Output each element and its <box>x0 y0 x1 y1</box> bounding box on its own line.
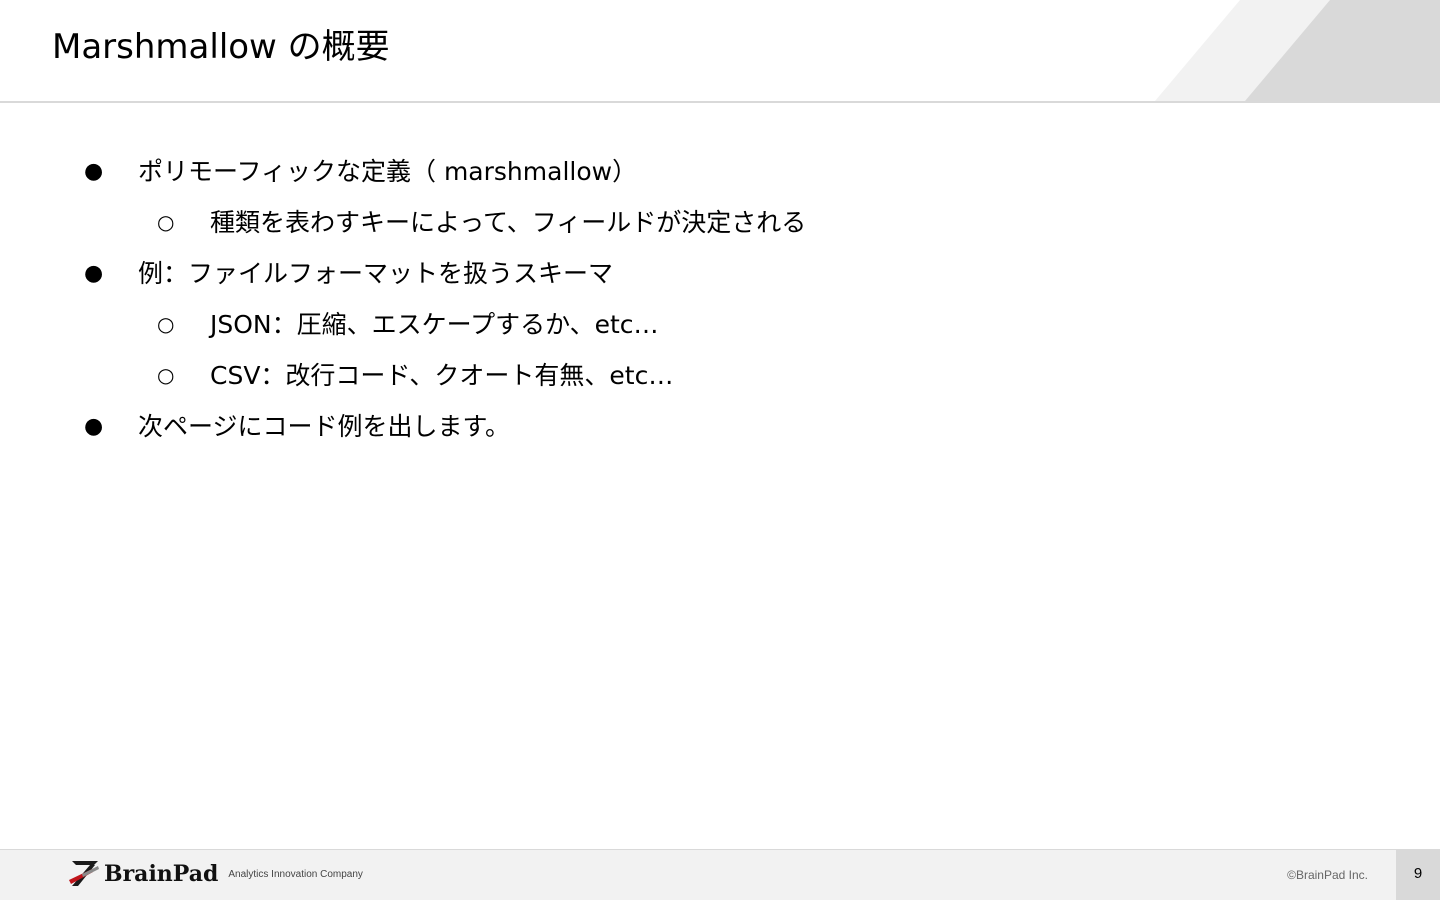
bullet-text: 次ページにコード例を出します。 <box>138 412 511 441</box>
header-divider <box>0 101 1440 103</box>
bullet-text: ポリモーフィックな定義（ marshmallow） <box>138 157 638 186</box>
slide-title: Marshmallow の概要 <box>52 27 390 67</box>
brainpad-logo: BrainPad Analytics Innovation Company <box>68 860 363 888</box>
sub-bullet-marker: ○ <box>157 312 175 336</box>
header-decoration <box>1155 0 1440 101</box>
bullet-item: ● ポリモーフィックな定義（ marshmallow） <box>0 146 1440 197</box>
sub-bullet-item: ○ CSV：改行コード、クオート有無、etc… <box>0 350 1440 401</box>
bullet-item: ● 次ページにコード例を出します。 <box>0 401 1440 452</box>
copyright-text: ©BrainPad Inc. <box>1287 868 1368 882</box>
bullet-marker: ● <box>84 414 104 439</box>
sub-bullet-marker: ○ <box>157 363 175 387</box>
page-number-box: 9 <box>1396 849 1440 900</box>
page-number: 9 <box>1413 865 1423 882</box>
sub-bullet-item: ○ 種類を表わすキーによって、フィールドが決定される <box>0 197 1440 248</box>
bullet-item: ● 例：ファイルフォーマットを扱うスキーマ <box>0 248 1440 299</box>
sub-bullet-item: ○ JSON：圧縮、エスケープするか、etc… <box>0 299 1440 350</box>
bullet-marker: ● <box>84 261 104 286</box>
sub-bullet-marker: ○ <box>157 210 175 234</box>
footer-divider <box>0 849 1440 850</box>
sub-bullet-text: CSV：改行コード、クオート有無、etc… <box>210 361 674 390</box>
sub-bullet-text: 種類を表わすキーによって、フィールドが決定される <box>210 208 807 237</box>
slide-footer: BrainPad Analytics Innovation Company ©B… <box>0 849 1440 900</box>
brainpad-logo-icon <box>69 861 99 886</box>
logo-wordmark: BrainPad <box>104 861 219 887</box>
slide-header: Marshmallow の概要 <box>0 0 1440 103</box>
sub-bullet-text: JSON：圧縮、エスケープするか、etc… <box>210 310 659 339</box>
logo-tagline: Analytics Innovation Company <box>228 869 363 880</box>
bullet-marker: ● <box>84 159 104 184</box>
bullet-list: ● ポリモーフィックな定義（ marshmallow） ○ 種類を表わすキーによ… <box>0 146 1440 452</box>
bullet-text: 例：ファイルフォーマットを扱うスキーマ <box>138 259 614 288</box>
